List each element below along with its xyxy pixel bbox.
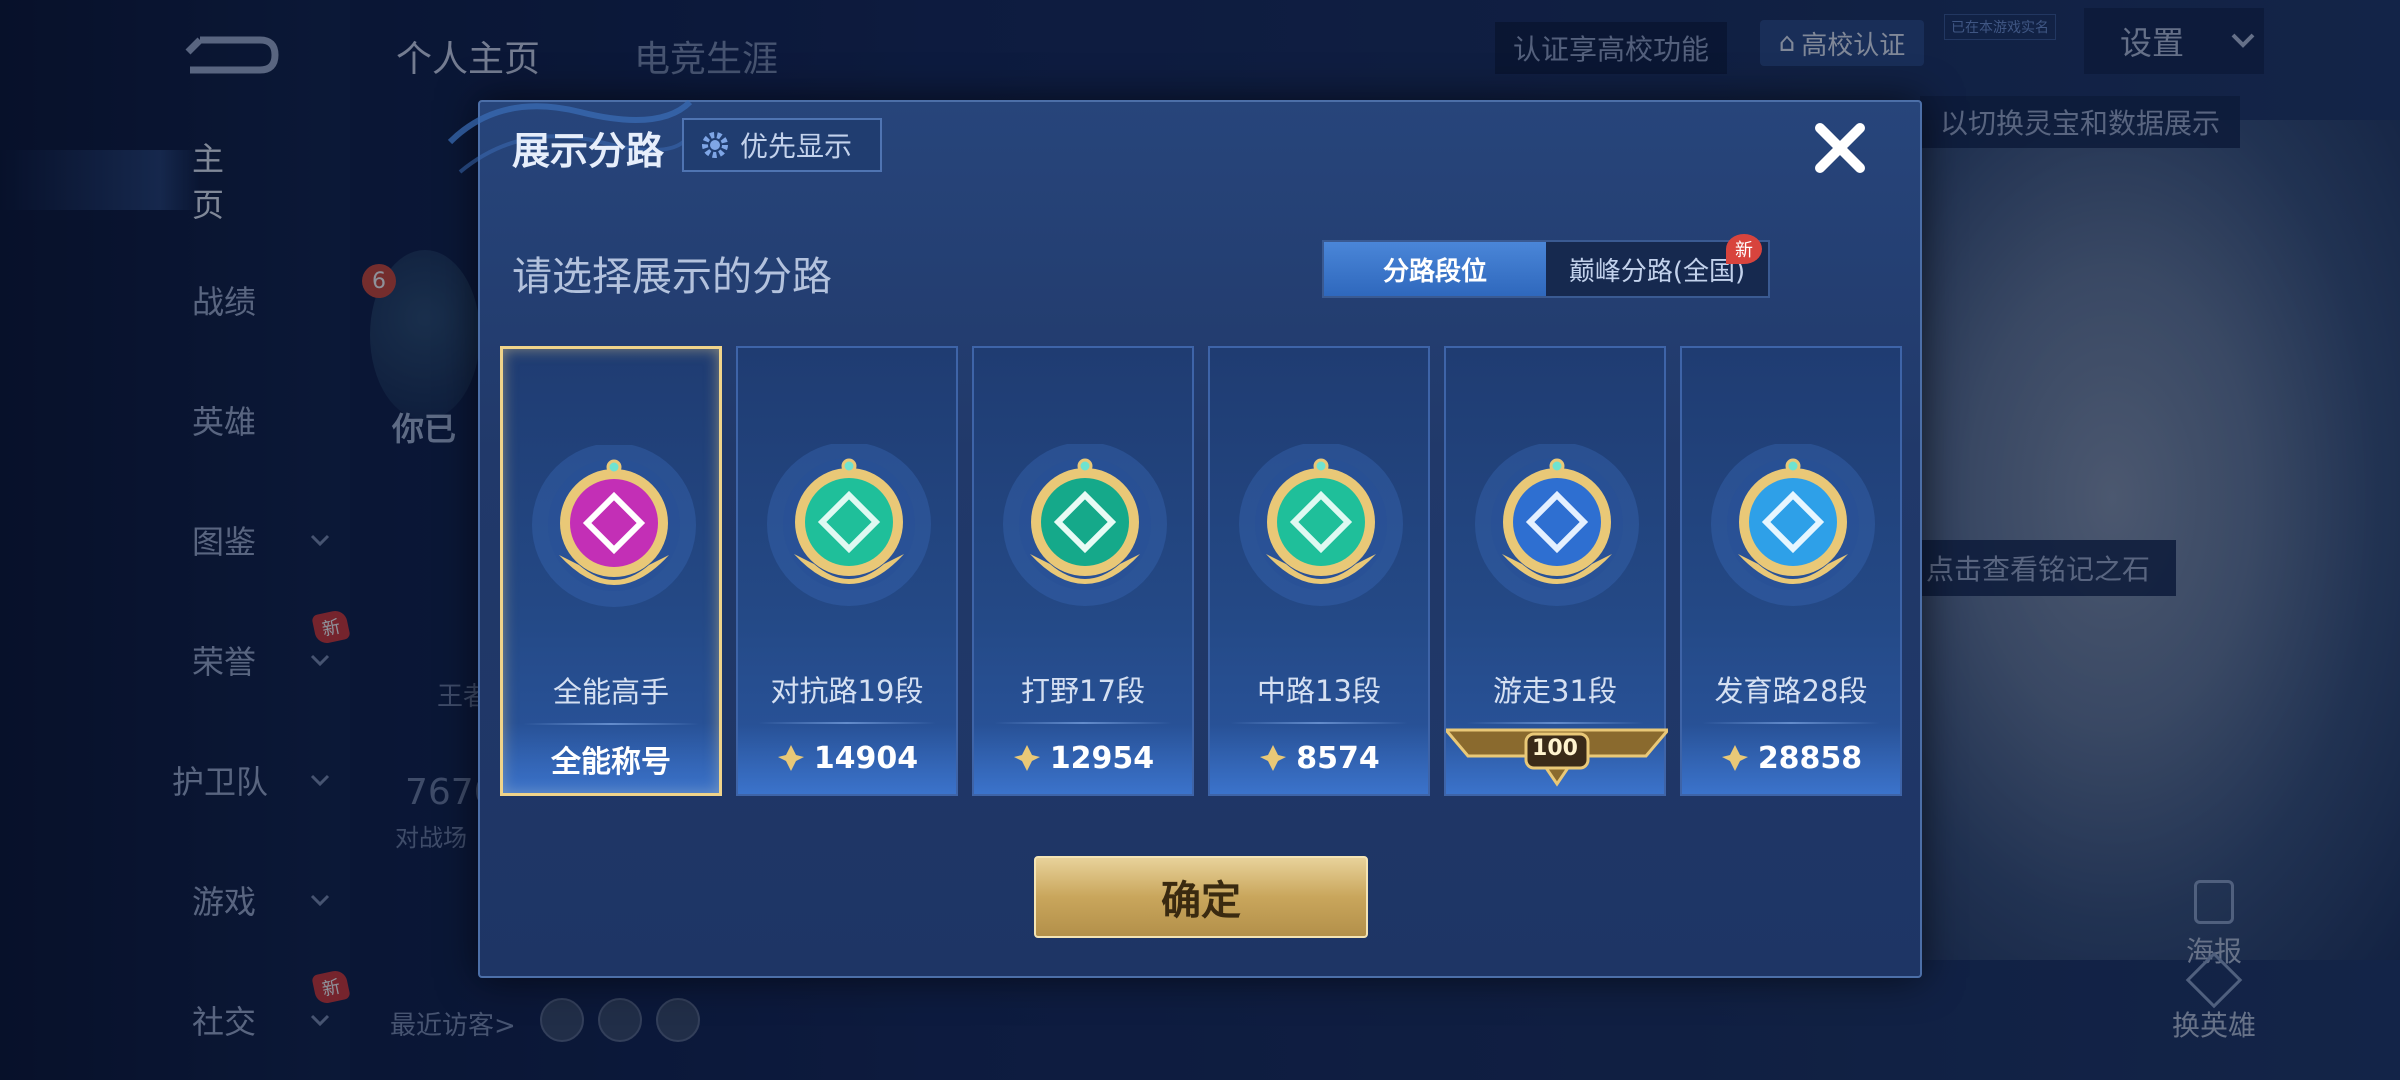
lane-emblem-icon	[1711, 444, 1875, 606]
lane-name: 打野17段	[1021, 674, 1145, 708]
lane-card[interactable]: 发育路28段 28858	[1680, 346, 1902, 796]
select-lane-heading: 请选择展示的分路	[512, 254, 832, 300]
confirm-label: 确定	[1161, 878, 1241, 924]
lane-score: 全能称号	[503, 737, 719, 781]
confirm-button[interactable]: 确定	[1034, 856, 1368, 938]
priority-display-label: 优先显示	[740, 130, 853, 163]
tab-label: 分路段位	[1382, 256, 1487, 287]
lane-mode-toggle: 分路段位 巅峰分路(全国) 新	[1322, 234, 1770, 298]
score-icon	[1260, 745, 1287, 771]
dialog-title: 展示分路	[512, 129, 665, 173]
card-divider	[1466, 722, 1644, 724]
card-divider	[994, 722, 1172, 724]
card-divider	[1230, 722, 1408, 724]
priority-display-button[interactable]: 优先显示	[682, 118, 882, 172]
lane-name: 全能高手	[552, 675, 669, 709]
card-divider	[1702, 722, 1880, 724]
gear-icon	[702, 132, 728, 158]
lane-card[interactable]: 对抗路19段 14904	[736, 346, 958, 796]
lane-score-value: 全能称号	[551, 745, 671, 780]
new-badge: 新	[1726, 234, 1762, 264]
close-icon[interactable]	[1808, 116, 1872, 180]
lane-card[interactable]: 打野17段 12954	[972, 346, 1194, 796]
score-icon	[777, 745, 804, 771]
tab-peak-lane[interactable]: 巅峰分路(全国) 新	[1546, 234, 1768, 296]
peak-badge: 100	[1442, 726, 1672, 790]
lane-name: 发育路28段	[1714, 674, 1868, 708]
lane-card[interactable]: 游走31段 100	[1442, 346, 1672, 796]
lane-emblem-icon	[1475, 444, 1639, 606]
lane-score-value: 12954	[1049, 740, 1155, 776]
lane-emblem-icon	[1239, 444, 1403, 606]
lane-name: 游走31段	[1493, 674, 1617, 708]
lane-emblem-icon	[1003, 444, 1167, 606]
card-divider	[523, 723, 699, 725]
lane-emblem-icon	[767, 444, 931, 606]
lane-score-value: 8574	[1296, 740, 1380, 776]
lane-display-dialog: 展示分路 优先显示 请选择展示的分路 分路段位 巅峰分路(全国) 新 全能高手全…	[447, 99, 1922, 978]
score-icon	[1721, 745, 1748, 771]
lane-score-value: 28858	[1757, 740, 1863, 776]
lane-score: 28858	[1682, 736, 1900, 780]
tab-lane-rank[interactable]: 分路段位	[1324, 242, 1546, 296]
peak-badge-value: 100	[1532, 736, 1578, 761]
lane-score: 8574	[1210, 736, 1428, 780]
lane-card[interactable]: 全能高手 全能称号	[500, 346, 722, 796]
lane-card[interactable]: 中路13段 8574	[1208, 346, 1430, 796]
lane-name: 对抗路19段	[770, 674, 924, 708]
lane-score: 14904	[738, 736, 956, 780]
card-divider	[758, 722, 936, 724]
score-icon	[1013, 745, 1040, 771]
lane-card-list: 全能高手 全能称号 对抗路19段 14904 打野17段 12954 中路13段 8574 游走…	[500, 346, 1902, 796]
lane-score-value: 14904	[813, 740, 919, 776]
lane-emblem-icon	[532, 445, 696, 607]
lane-name: 中路13段	[1257, 674, 1381, 708]
tab-label: 巅峰分路(全国)	[1568, 256, 1746, 287]
lane-score: 12954	[974, 736, 1192, 780]
